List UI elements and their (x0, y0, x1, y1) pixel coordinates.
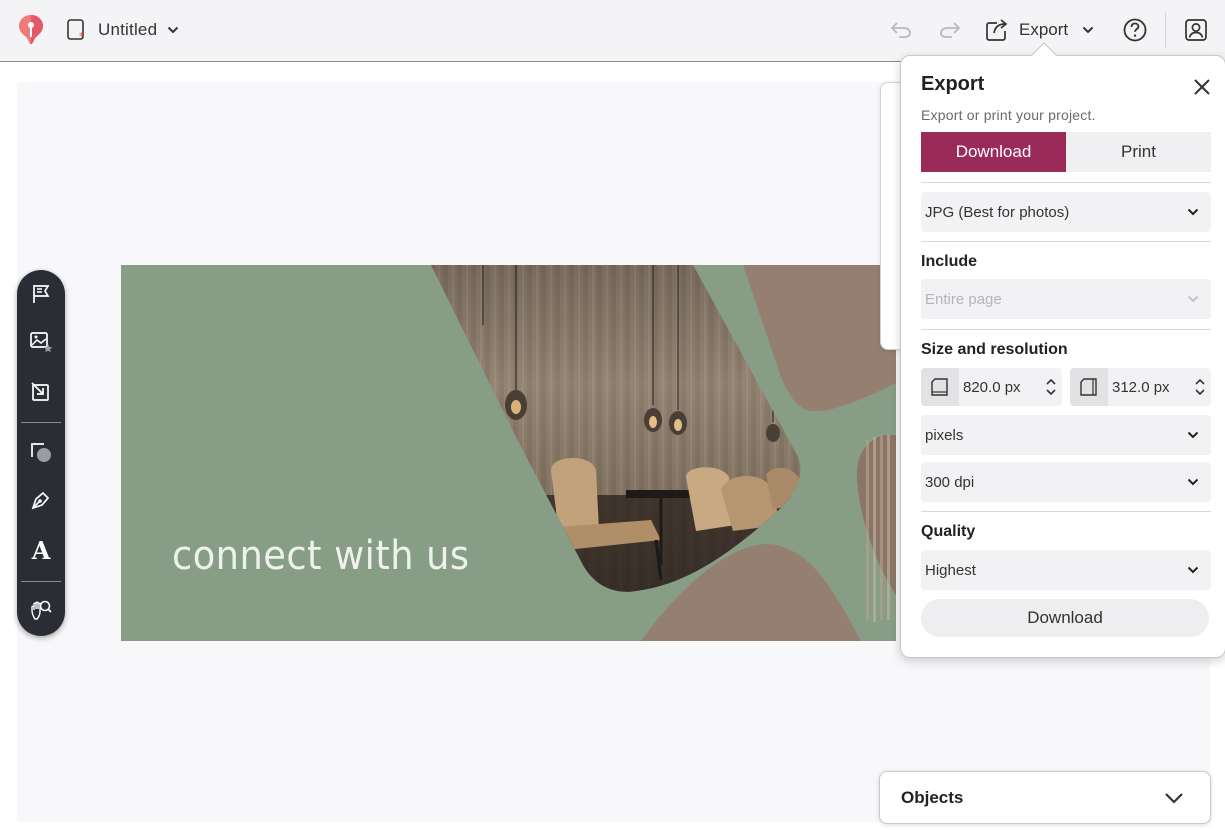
help-icon (1123, 18, 1147, 42)
chevron-up-icon[interactable] (1046, 379, 1056, 385)
divider (921, 511, 1211, 512)
width-stepper[interactable] (1040, 379, 1062, 395)
banner-graphic (431, 265, 896, 641)
images-tool[interactable] (25, 326, 57, 358)
toolbar-separator (21, 422, 61, 423)
account-button[interactable] (1181, 15, 1211, 45)
format-select[interactable]: JPG (Best for photos) (921, 192, 1211, 232)
text-icon: A (31, 538, 51, 562)
chevron-down-icon (1187, 431, 1199, 439)
export-label: Export (1019, 20, 1069, 39)
document-menu[interactable]: * Untitled (66, 16, 179, 44)
hand-icon (31, 600, 52, 620)
export-button[interactable]: Export (985, 14, 1094, 46)
format-value: JPG (Best for photos) (925, 203, 1070, 221)
size-label: Size and resolution (921, 341, 1068, 358)
banner-headline[interactable]: connect with us (172, 533, 470, 579)
svg-text:A: A (31, 538, 51, 562)
image-icon (30, 332, 53, 353)
chevron-down-icon (168, 26, 179, 34)
chevron-down-icon[interactable] (1164, 792, 1184, 804)
include-label: Include (921, 253, 978, 270)
text-tool[interactable]: A (25, 534, 57, 566)
undo-button[interactable] (886, 15, 916, 45)
dpi-value: 300 dpi (925, 473, 975, 491)
include-value: Entire page (925, 290, 1002, 308)
width-field[interactable]: 820.0 px (921, 368, 1062, 406)
height-field[interactable]: 312.0 px (1070, 368, 1211, 406)
export-icon (986, 19, 1008, 41)
shapes-tool[interactable] (25, 436, 57, 468)
shapes-icon (31, 443, 51, 462)
banner-design[interactable]: connect with us (121, 265, 896, 641)
export-tabs: Download Print (921, 132, 1211, 172)
chevron-down-icon (1187, 566, 1199, 574)
popup-title: Export (921, 73, 985, 95)
draw-tool[interactable] (25, 484, 57, 516)
flag-icon (33, 285, 50, 303)
units-select[interactable]: pixels (921, 415, 1211, 455)
chevron-down-icon[interactable] (1046, 389, 1056, 395)
resize-tool[interactable] (25, 376, 57, 408)
chevron-down-icon (1187, 478, 1199, 486)
pan-zoom-tool[interactable] (25, 594, 57, 626)
height-value[interactable]: 312.0 px (1108, 379, 1189, 396)
quality-select[interactable]: Highest (921, 550, 1211, 590)
chevron-down-icon (1187, 295, 1199, 303)
close-icon (1194, 79, 1210, 95)
height-stepper[interactable] (1189, 379, 1211, 395)
templates-tool[interactable] (25, 278, 57, 310)
tab-download[interactable]: Download (921, 132, 1066, 172)
help-button[interactable] (1120, 15, 1150, 45)
width-value[interactable]: 820.0 px (959, 379, 1040, 396)
toolbar-divider (1165, 12, 1166, 48)
height-icon (1070, 368, 1108, 406)
crop-icon (31, 382, 49, 401)
tab-print[interactable]: Print (1066, 132, 1211, 172)
quality-value: Highest (925, 561, 976, 579)
divider (921, 241, 1211, 242)
export-popup: Export Export or print your project. Dow… (900, 55, 1225, 658)
account-icon (1185, 19, 1207, 41)
dpi-select[interactable]: 300 dpi (921, 462, 1211, 502)
objects-panel[interactable]: Objects (879, 771, 1211, 824)
units-value: pixels (925, 426, 964, 444)
quality-label: Quality (921, 523, 976, 540)
chevron-down-icon (1082, 26, 1094, 34)
chevron-down-icon[interactable] (1195, 389, 1205, 395)
left-toolbar: A (17, 270, 65, 636)
divider (921, 329, 1211, 330)
document-title: Untitled (98, 20, 158, 39)
redo-button[interactable] (935, 15, 965, 45)
chevron-down-icon (1187, 208, 1199, 216)
svg-text:*: * (79, 30, 85, 42)
document-icon: * (67, 19, 85, 42)
chevron-up-icon[interactable] (1195, 379, 1205, 385)
download-button[interactable]: Download (921, 599, 1209, 637)
redo-icon (940, 22, 961, 38)
pen-icon (31, 491, 50, 510)
objects-label: Objects (901, 787, 964, 807)
popup-subtitle: Export or print your project. (921, 107, 1096, 123)
close-button[interactable] (1189, 74, 1215, 100)
undo-icon (890, 22, 911, 38)
include-select: Entire page (921, 279, 1211, 319)
width-icon (921, 368, 959, 406)
toolbar-separator (21, 581, 61, 582)
divider (921, 182, 1211, 183)
logo-icon[interactable] (18, 14, 44, 46)
